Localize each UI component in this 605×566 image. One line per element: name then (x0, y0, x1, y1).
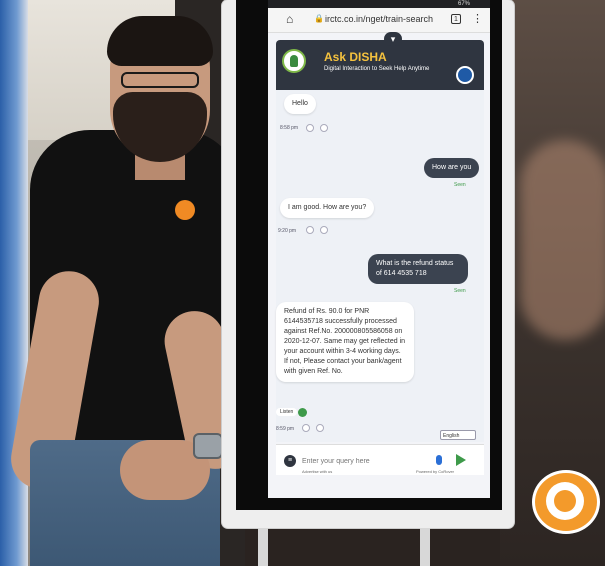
mic-icon[interactable] (436, 455, 442, 465)
seen-status: Seen (454, 182, 466, 188)
url-text[interactable]: irctc.co.in/nget/train-search (325, 14, 433, 24)
home-icon[interactable]: ⌂ (286, 13, 298, 25)
user-message: How are you (424, 158, 480, 178)
message-time: 9:20 pm (278, 228, 297, 234)
thumbs-down-icon[interactable] (316, 424, 324, 432)
menu-icon[interactable]: ≡ (284, 455, 296, 467)
kiosk-leg-left (258, 528, 268, 566)
shirt-logo (175, 200, 195, 220)
thumbs-down-icon[interactable] (320, 226, 328, 234)
message-list[interactable]: Hello 8:58 pm How are you Seen I am good… (276, 90, 484, 442)
irctc-logo (456, 66, 474, 84)
speaker-icon[interactable] (298, 408, 307, 417)
bot-message: Refund of Rs. 90.0 for PNR 6144535718 su… (276, 302, 414, 382)
chat-input-bar: ≡ Advertise with us Powered by CoRover (276, 444, 484, 475)
query-input[interactable] (302, 455, 432, 467)
browser-url-bar[interactable]: ⌂ 🔒 irctc.co.in/nget/train-search 1 ⋮ (268, 8, 490, 33)
send-icon[interactable] (456, 454, 466, 466)
chat-title: Ask DISHA (324, 50, 387, 64)
blurred-person-right (520, 140, 605, 340)
disha-avatar (282, 49, 306, 73)
chat-subtitle: Digital Interaction to Seek Help Anytime (324, 66, 430, 72)
photo-scene: 67% ⌂ 🔒 irctc.co.in/nget/train-search 1 … (0, 0, 605, 566)
status-bar: 67% (268, 0, 490, 8)
chevron-down-icon[interactable]: ▾ (384, 32, 402, 46)
advertise-link[interactable]: Advertise with us (302, 469, 332, 474)
chat-header: ▾ Ask DISHA Digital Interaction to Seek … (276, 32, 484, 90)
listen-button[interactable]: Listen (276, 408, 298, 416)
kiosk-screen: 67% ⌂ 🔒 irctc.co.in/nget/train-search 1 … (268, 0, 490, 498)
user-message: What is the refund status of 614 4535 71… (368, 254, 468, 284)
globe-icon (554, 490, 576, 512)
bot-message: I am good. How are you? (280, 198, 375, 218)
language-select[interactable]: English (440, 430, 476, 440)
person (6, 10, 251, 566)
message-time: 8:59 pm (276, 426, 295, 432)
message-time: 8:58 pm (280, 125, 299, 131)
thumbs-up-icon[interactable] (306, 226, 314, 234)
wristwatch (193, 433, 223, 459)
seen-status: Seen (454, 288, 466, 294)
thumbs-down-icon[interactable] (320, 124, 328, 132)
kiosk-leg-right (420, 528, 430, 566)
bot-message: Hello (284, 94, 316, 114)
hair (107, 16, 213, 66)
corner-logo-watermark (532, 470, 600, 538)
glasses (121, 72, 199, 88)
powered-by: Powered by CoRover (416, 469, 455, 474)
more-vert-icon[interactable]: ⋮ (472, 13, 483, 25)
tabs-icon[interactable]: 1 (451, 14, 461, 24)
thumbs-up-icon[interactable] (302, 424, 310, 432)
thumbs-up-icon[interactable] (306, 124, 314, 132)
battery-level: 67% (457, 1, 470, 7)
lock-icon: 🔒 (314, 14, 324, 23)
